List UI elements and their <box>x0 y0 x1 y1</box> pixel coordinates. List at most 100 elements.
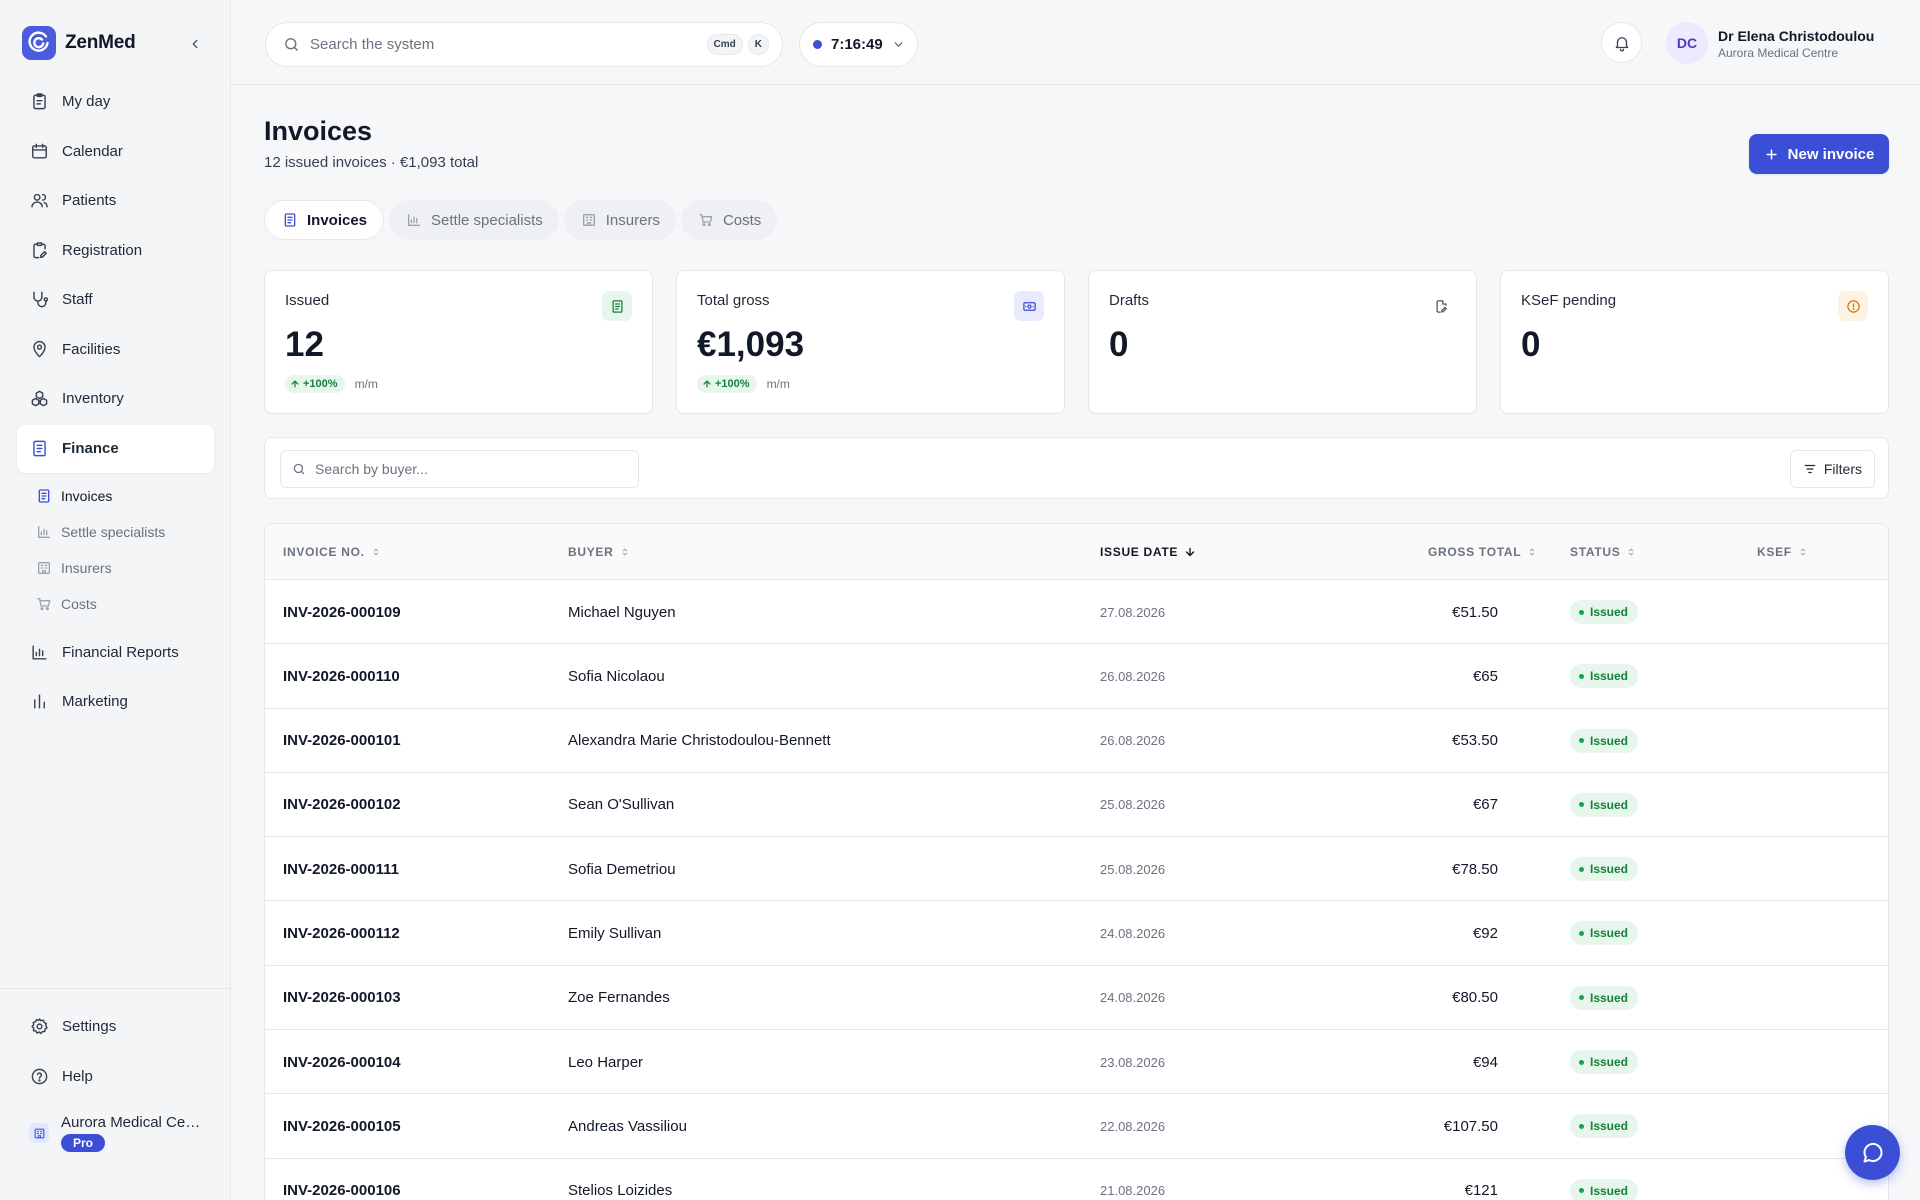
issue-date: 25.08.2026 <box>1100 797 1166 813</box>
table-row[interactable]: INV-2026-000105 Andreas Vassiliou 22.08.20… <box>265 1094 1888 1159</box>
tab-label: Invoices <box>307 211 368 229</box>
status-badge: Issued <box>1570 1114 1639 1139</box>
column-header-invoice-no[interactable]: INVOICE NO. <box>283 524 381 580</box>
column-header-issue-date[interactable]: ISSUE DATE <box>1100 524 1196 580</box>
search-icon <box>293 463 305 475</box>
status-cell: Issued <box>1570 966 1639 1030</box>
gear-icon <box>31 1018 48 1035</box>
stat-value: €1,093 <box>697 325 805 364</box>
sidebar-subitem-invoices[interactable]: Invoices <box>17 478 214 514</box>
sort-icon <box>1800 548 1805 556</box>
status-cell: Issued <box>1570 837 1639 901</box>
table-row[interactable]: INV-2026-000110 Sofia Nicolaou 26.08.2026 €… <box>265 644 1888 709</box>
work-timer[interactable]: 7:16:49 <box>799 22 918 67</box>
column-header-buyer[interactable]: BUYER <box>568 524 630 580</box>
stat-card-drafts: Drafts 0 <box>1088 270 1477 414</box>
status-badge: Issued <box>1570 985 1639 1010</box>
tab-insurers[interactable]: Insurers <box>563 200 676 240</box>
global-search[interactable]: Search the system Cmd K <box>265 22 783 67</box>
bar-chart-icon <box>408 214 421 226</box>
status-badge: Issued <box>1570 1178 1639 1200</box>
arrow-up-icon <box>291 380 299 388</box>
org-switcher[interactable]: Aurora Medical Centre Pro <box>29 1114 206 1152</box>
clipboard-edit-icon <box>33 242 47 259</box>
table-row[interactable]: INV-2026-000101 Alexandra Marie Christodo… <box>265 709 1888 773</box>
column-header-label: STATUS <box>1570 545 1621 559</box>
column-header-ksef[interactable]: KSEF <box>1757 524 1808 580</box>
sidebar-item-financial-reports[interactable]: Financial Reports <box>17 628 214 678</box>
buyer-name: Stelios Loizides <box>568 1182 673 1200</box>
plan-badge: Pro <box>61 1134 106 1152</box>
sidebar-item-label: Registration <box>62 241 143 259</box>
column-header-gross-total[interactable]: GROSS TOTAL <box>1428 524 1537 580</box>
sort-icon <box>1629 548 1634 556</box>
table-row[interactable]: INV-2026-000106 Stelios Loizides 21.08.202… <box>265 1159 1888 1200</box>
sidebar-item-help[interactable]: Help <box>17 1052 214 1102</box>
sidebar-item-finance[interactable]: Finance <box>17 424 214 473</box>
table-row[interactable]: INV-2026-000102 Sean O'Sullivan 25.08.2026… <box>265 773 1888 838</box>
issue-date: 24.08.2026 <box>1100 925 1166 941</box>
stat-label: Drafts <box>1109 292 1150 309</box>
sidebar-subitem-insurers[interactable]: Insurers <box>17 550 214 586</box>
sidebar-item-staff[interactable]: Staff <box>17 275 214 325</box>
map-pin-icon <box>33 340 46 358</box>
sidebar-item-my-day[interactable]: My day <box>17 77 214 127</box>
invoice-number: INV-2026-000102 <box>283 796 401 814</box>
bar-chart-alt-icon <box>34 694 45 709</box>
column-header-status[interactable]: STATUS <box>1570 524 1636 580</box>
table-row[interactable]: INV-2026-000111 Sofia Demetriou 25.08.2026… <box>265 837 1888 902</box>
sidebar-item-label: Calendar <box>62 142 123 160</box>
banknote-icon <box>1014 291 1044 321</box>
table-row[interactable]: INV-2026-000112 Emily Sullivan 24.08.2026 €… <box>265 901 1888 966</box>
sort-icon <box>1530 548 1535 556</box>
tab-settle-specialists[interactable]: Settle specialists <box>389 200 559 240</box>
gross-total: €65 <box>1472 667 1498 685</box>
user-menu[interactable]: Dr Elena Christodoulou Aurora Medical Ce… <box>1718 28 1874 60</box>
sidebar-subitem-costs[interactable]: Costs <box>17 586 214 622</box>
sidebar-item-calendar[interactable]: Calendar <box>17 127 214 177</box>
status-badge: Issued <box>1570 1050 1639 1075</box>
sidebar-item-label: Patients <box>62 192 117 210</box>
sidebar-item-label: My day <box>62 93 111 111</box>
sidebar-item-patients[interactable]: Patients <box>17 176 214 226</box>
tab-costs[interactable]: Costs <box>680 200 778 240</box>
finance-subnav: Invoices Settle specialists Insurers Cos… <box>17 474 214 628</box>
gross-total: €67 <box>1472 796 1498 814</box>
status-dot <box>1579 673 1584 679</box>
stat-label: Total gross <box>697 292 770 309</box>
page-title: Invoices <box>264 116 373 146</box>
trend-badge: +100% <box>697 375 757 393</box>
sidebar-subitem-settle-specialists[interactable]: Settle specialists <box>17 514 214 550</box>
sidebar-item-settings[interactable]: Settings <box>17 1002 214 1052</box>
new-invoice-button[interactable]: New invoice <box>1749 134 1889 174</box>
stethoscope-icon <box>33 291 49 308</box>
tab-invoices[interactable]: Invoices <box>264 200 385 240</box>
sidebar-item-marketing[interactable]: Marketing <box>17 677 214 727</box>
filters-button[interactable]: Filters <box>1789 450 1875 488</box>
sidebar-item-inventory[interactable]: Inventory <box>17 374 214 424</box>
cart-icon <box>37 597 51 610</box>
timer-value: 7:16:49 <box>831 36 883 53</box>
status-label: Issued <box>1590 862 1629 877</box>
arrow-up-icon <box>703 380 711 388</box>
table-row[interactable]: INV-2026-000109 Michael Nguyen 27.08.2026 €… <box>265 580 1888 645</box>
stat-trend: +100% m/m <box>697 375 790 393</box>
table-row[interactable]: INV-2026-000104 Leo Harper 23.08.2026 €94 Is… <box>265 1030 1888 1095</box>
issue-date: 25.08.2026 <box>1100 861 1166 877</box>
invoice-number: INV-2026-000104 <box>283 1053 401 1071</box>
stat-card-issued: Issued 12 +100% m/m <box>264 270 653 414</box>
user-avatar[interactable]: DC <box>1666 22 1708 64</box>
buyer-search-input[interactable]: Search by buyer... <box>280 450 639 488</box>
tab-label: Settle specialists <box>431 211 543 229</box>
sidebar-item-registration[interactable]: Registration <box>17 226 214 276</box>
stat-card-total-gross: Total gross €1,093 +100% m/m <box>676 270 1065 414</box>
notifications-button[interactable] <box>1601 22 1642 63</box>
column-header-label: BUYER <box>568 545 614 559</box>
table-row[interactable]: INV-2026-000103 Zoe Fernandes 24.08.2026 €8… <box>265 966 1888 1031</box>
collapse-sidebar-button[interactable] <box>184 33 206 55</box>
sidebar-item-facilities[interactable]: Facilities <box>17 325 214 375</box>
help-circle-icon <box>31 1068 48 1085</box>
app-logo[interactable]: ZenMed <box>22 26 136 60</box>
status-badge: Issued <box>1570 600 1639 624</box>
chat-button[interactable] <box>1845 1125 1900 1180</box>
